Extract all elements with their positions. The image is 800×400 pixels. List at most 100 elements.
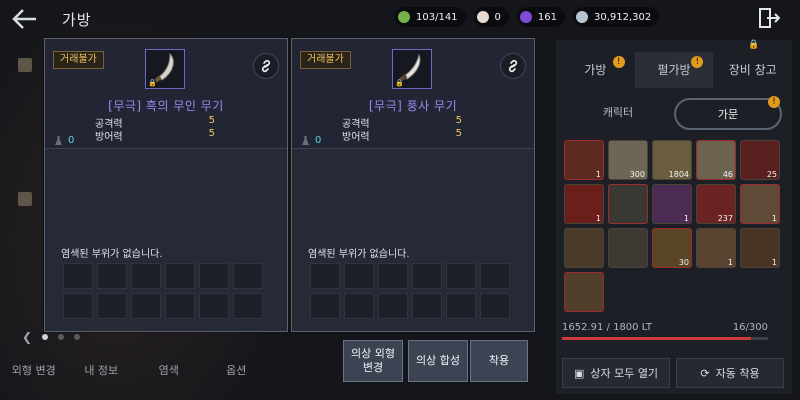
- item-quantity: 1: [771, 258, 777, 267]
- item-quantity: 1: [595, 214, 601, 223]
- alert-badge-icon: !: [612, 56, 625, 68]
- segment-family[interactable]: 가문!: [674, 96, 782, 130]
- equip-button[interactable]: 착용: [470, 340, 528, 382]
- side-icon-column: [18, 58, 36, 326]
- inventory-slot[interactable]: [608, 228, 648, 268]
- inventory-slot[interactable]: 237: [696, 184, 736, 224]
- item-card: 거래불가 🔒 [무극] 흑의 무인 무기 공격력 5 방어력 5 0 염색된 부위가…: [44, 38, 288, 332]
- dye-status-text: 염색된 부위가 없습니다.: [61, 249, 163, 260]
- dye-slot: [199, 293, 229, 319]
- inventory-slot[interactable]: 30: [652, 228, 692, 268]
- dye-slot: [131, 263, 161, 289]
- dye-slot: [63, 293, 93, 319]
- inventory-slot[interactable]: 1: [696, 228, 736, 268]
- back-arrow-icon[interactable]: [12, 8, 42, 32]
- untradeable-badge: 거래불가: [53, 51, 104, 69]
- box-icon: ▣: [573, 366, 585, 380]
- item-card-header: 거래불가 🔒 [무극] 흑의 무인 무기 공격력 5 방어력 5 0: [45, 39, 287, 149]
- inventory-slot[interactable]: 46: [696, 140, 736, 180]
- inventory-slot[interactable]: [564, 272, 604, 312]
- dye-slot: [378, 263, 408, 289]
- dye-slot: [310, 293, 340, 319]
- inventory-slot[interactable]: 25: [740, 140, 780, 180]
- dye-slot: [233, 293, 263, 319]
- tab-pearl-bag[interactable]: 펄가방!: [634, 52, 714, 88]
- link-chain-icon[interactable]: [500, 53, 526, 79]
- tab-dye[interactable]: 염색: [135, 356, 203, 386]
- page-dot: [58, 334, 65, 340]
- auto-equip-button[interactable]: ⟳ 자동 착용: [676, 358, 784, 388]
- page-dot: [74, 334, 81, 340]
- dye-slot: [480, 263, 510, 289]
- dye-status-text: 염색된 부위가 없습니다.: [308, 249, 410, 260]
- resource-value: 0: [494, 11, 501, 23]
- weight-text: 1652.91 / 1800 LT: [562, 322, 653, 333]
- dye-slot: [480, 293, 510, 319]
- dye-slot: [233, 263, 263, 289]
- weight-progress-bar: [562, 337, 768, 340]
- purple-orb-icon: [519, 11, 532, 23]
- stat-value: 5: [455, 128, 462, 139]
- inventory-slot[interactable]: 1: [652, 184, 692, 224]
- dye-slot: [344, 293, 374, 319]
- open-all-boxes-button[interactable]: ▣ 상자 모두 열기: [562, 358, 670, 388]
- storage-segment: 캐릭터 가문!: [566, 96, 782, 130]
- potion-icon: [398, 11, 410, 23]
- dye-slot: [378, 293, 408, 319]
- inventory-slot[interactable]: 1: [564, 140, 604, 180]
- item-quantity: 1804: [668, 170, 689, 179]
- tab-options[interactable]: 옵션: [203, 356, 271, 386]
- slot-count: 16/300: [732, 322, 768, 333]
- button-label: 착용: [488, 354, 510, 367]
- tab-appearance-change[interactable]: 외형 변경: [0, 356, 68, 386]
- change-appearance-button[interactable]: 의상 외형 변경: [343, 340, 403, 382]
- link-chain-icon[interactable]: [253, 53, 279, 79]
- segment-label: 가문: [717, 108, 739, 121]
- tab-label: 펄가방: [657, 63, 691, 77]
- dye-slot: [412, 263, 442, 289]
- stat-value: 5: [208, 115, 215, 126]
- dye-slot: [165, 263, 195, 289]
- inventory-slot[interactable]: 300: [608, 140, 648, 180]
- segment-character[interactable]: 캐릭터: [566, 98, 670, 130]
- equipment-slot-icon[interactable]: [18, 192, 32, 206]
- resource-bar: 103/141 0 161 30,912,302: [395, 6, 660, 28]
- dye-slot: [344, 263, 374, 289]
- inventory-slot[interactable]: 1: [564, 184, 604, 224]
- inventory-slot[interactable]: [564, 228, 604, 268]
- resource-value: 161: [537, 11, 558, 23]
- screen-title: 가방: [62, 11, 92, 29]
- chevron-left-icon[interactable]: ❮: [22, 330, 32, 344]
- weight-indicator: 1652.91 / 1800 LT 16/300: [562, 322, 768, 340]
- inventory-tabs: 가방! 펄가방! 장비 창고: [556, 52, 792, 88]
- lock-icon: 🔒: [748, 40, 760, 50]
- tab-bag[interactable]: 가방!: [556, 52, 635, 88]
- stat-label: 공격력: [95, 119, 123, 130]
- exit-door-icon[interactable]: [758, 8, 781, 28]
- item-stats: 공격력 5 방어력 5: [95, 115, 215, 143]
- inventory-slot[interactable]: [608, 184, 648, 224]
- equipment-slot-icon[interactable]: [18, 58, 32, 72]
- tab-my-info[interactable]: 내 정보: [68, 356, 136, 386]
- button-label: 상자 모두 열기: [590, 367, 659, 380]
- tab-equipment-storage[interactable]: 장비 창고: [713, 52, 792, 88]
- dye-slot: [310, 263, 340, 289]
- item-quantity: 30: [678, 258, 689, 267]
- item-card: 거래불가 🔒 [무극] 풍사 무기 공격력 5 방어력 5 0 염색된 부위가 없습…: [291, 38, 535, 332]
- resource-value: 30,912,302: [594, 11, 652, 23]
- item-quantity: 1: [595, 170, 601, 179]
- stat-label: 방어력: [342, 132, 370, 143]
- inventory-slot[interactable]: 1: [740, 228, 780, 268]
- item-quantity: 237: [717, 214, 733, 223]
- button-label: 자동 착용: [715, 367, 760, 380]
- inventory-slot[interactable]: 1: [740, 184, 780, 224]
- inventory-panel: 🔒 가방! 펄가방! 장비 창고 캐릭터 가문! 1 300 1804 46 25 1 1 2…: [556, 40, 792, 394]
- weapon-blade-icon: 🔒: [392, 49, 432, 89]
- dye-slot-grid: [63, 263, 263, 319]
- weight-flask-icon: [55, 136, 62, 145]
- inventory-slot[interactable]: 1804: [652, 140, 692, 180]
- costume-synthesis-button[interactable]: 의상 합성: [408, 340, 468, 382]
- weight-flask-icon: [302, 136, 309, 145]
- alert-badge-icon: !: [768, 96, 780, 108]
- alert-badge-icon: !: [691, 56, 704, 68]
